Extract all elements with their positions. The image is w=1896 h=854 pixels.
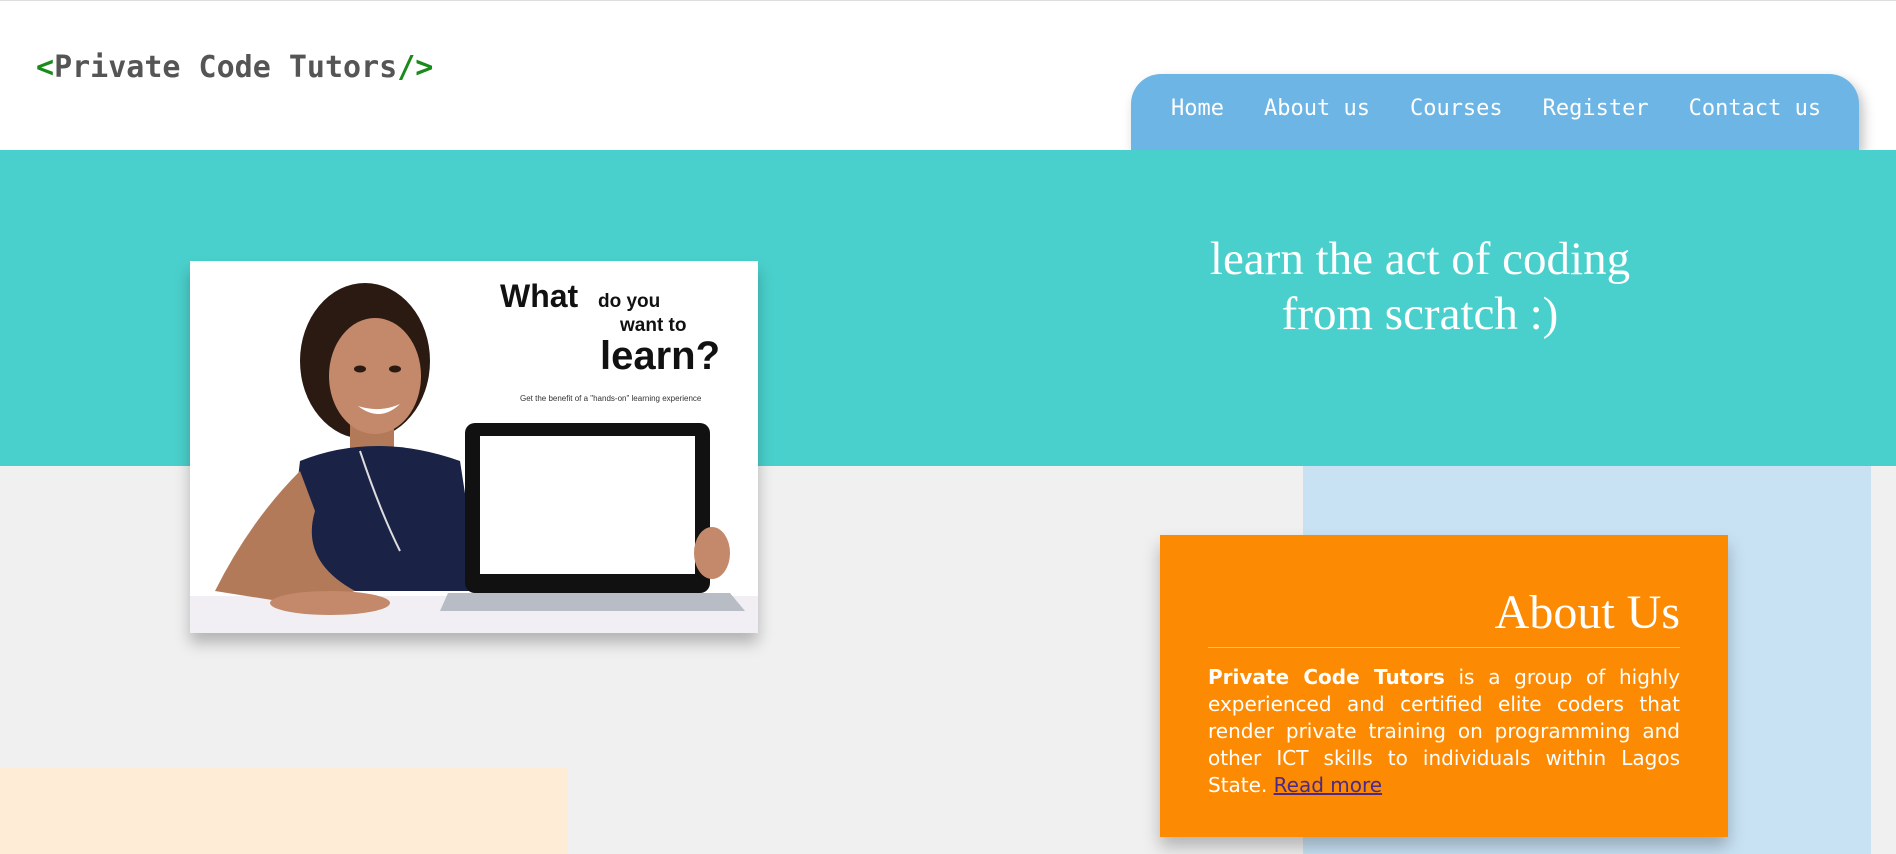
logo-open-bracket: < <box>36 50 55 85</box>
about-text: Private Code Tutors is a group of highly… <box>1208 664 1680 799</box>
hero-image: What do you want to learn? Get the benef… <box>190 261 758 633</box>
about-divider <box>1208 647 1680 648</box>
nav-courses[interactable]: Courses <box>1410 96 1503 150</box>
woman-eye-right <box>389 365 401 373</box>
nav-register[interactable]: Register <box>1543 96 1649 150</box>
about-brand: Private Code Tutors <box>1208 665 1445 689</box>
logo-slash: / <box>397 50 416 85</box>
laptop-base <box>440 593 745 611</box>
image-heading-small: do you <box>598 291 660 312</box>
site-logo[interactable]: <Private Code Tutors/> <box>36 50 433 85</box>
woman-face <box>329 318 421 434</box>
about-title: About Us <box>1494 586 1680 639</box>
woman-hand <box>270 591 390 615</box>
about-card: About Us Private Code Tutors is a group … <box>1160 535 1728 837</box>
decorative-peach-panel <box>0 767 568 854</box>
woman-eye-left <box>354 365 366 373</box>
hero-tagline: learn the act of coding from scratch :) <box>1140 232 1700 342</box>
laptop-screen <box>480 436 695 574</box>
main-nav: Home About us Courses Register Contact u… <box>1131 74 1859 150</box>
logo-close-bracket: > <box>415 50 434 85</box>
woman-hand-right <box>694 527 730 579</box>
image-caption: Get the benefit of a "hands-on" learning… <box>520 394 702 403</box>
read-more-link[interactable]: Read more <box>1274 773 1382 797</box>
hero-tagline-line2: from scratch :) <box>1281 288 1559 340</box>
hero-illustration: What do you want to learn? Get the benef… <box>190 278 758 633</box>
nav-home[interactable]: Home <box>1171 96 1224 150</box>
image-heading-line3: learn? <box>600 334 720 378</box>
nav-about-us[interactable]: About us <box>1264 96 1370 150</box>
logo-name: Private Code Tutors <box>54 50 398 85</box>
hero-tagline-line1: learn the act of coding <box>1209 233 1631 285</box>
image-heading-big: What <box>500 278 579 314</box>
image-heading-line2: want to <box>619 315 687 336</box>
nav-contact-us[interactable]: Contact us <box>1689 96 1821 150</box>
